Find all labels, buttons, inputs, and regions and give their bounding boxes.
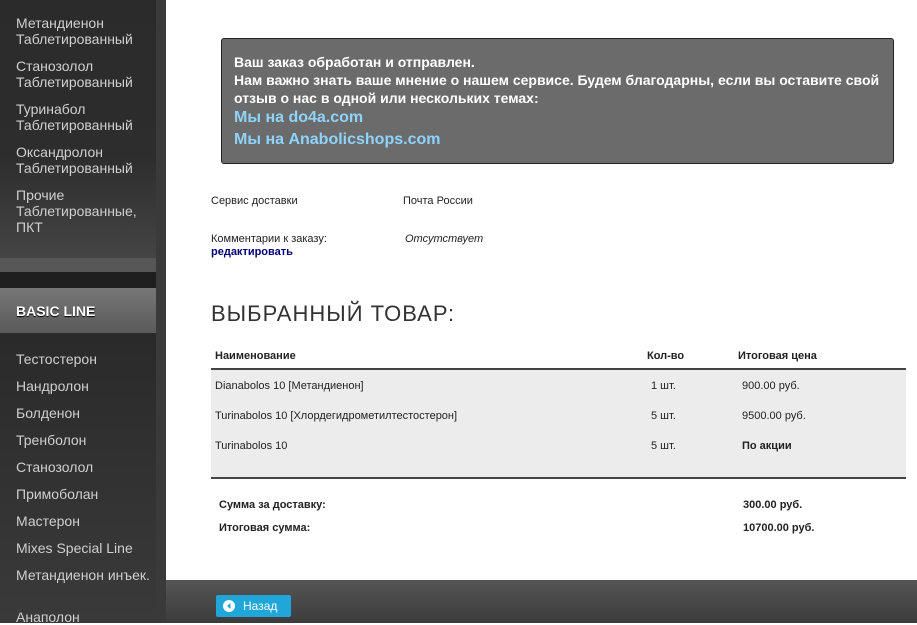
sidebar-item-stanozolol[interactable]: Станозолол <box>16 459 154 475</box>
sidebar-inner: Метандиенон Таблетированный Станозолол Т… <box>0 0 156 625</box>
row-qty: 5 шт. <box>651 440 676 452</box>
sidebar-item-metandienon-tab[interactable]: Метандиенон Таблетированный <box>16 15 154 47</box>
total-sum-value: 10700.00 руб. <box>743 522 815 534</box>
sidebar-item-testosterone[interactable]: Тестостерон <box>16 351 154 367</box>
row-name: Turinabolos 10 <box>215 440 288 452</box>
sidebar-item-masteron[interactable]: Мастерон <box>16 513 154 529</box>
sidebar-item-trenbolone[interactable]: Тренболон <box>16 432 154 448</box>
sidebar-bottom-panel: Тестостерон Нандролон Болденон Тренболон… <box>0 333 156 625</box>
order-notice-box: Ваш заказ обработан и отправлен. Нам важ… <box>221 38 894 164</box>
products-table-header: Наименование Кол-во Итоговая цена <box>211 346 906 370</box>
link-do4a[interactable]: Мы на do4a.com <box>234 107 881 129</box>
sidebar-item-mixes[interactable]: Mixes Special Line <box>16 540 154 556</box>
delivery-sum-label: Сумма за доставку: <box>219 499 326 511</box>
sidebar: Метандиенон Таблетированный Станозолол Т… <box>0 0 166 625</box>
header-total: Итоговая цена <box>738 350 817 362</box>
row-qty: 1 шт. <box>651 380 676 392</box>
sidebar-divider <box>0 258 156 272</box>
sidebar-gap <box>0 272 156 288</box>
sidebar-item-stanozolol-tab[interactable]: Станозолол Таблетированный <box>16 58 154 90</box>
comment-label: Комментарии к заказу: <box>211 233 327 245</box>
sidebar-item-primobolan[interactable]: Примоболан <box>16 486 154 502</box>
total-sum-label: Итоговая сумма: <box>219 522 311 534</box>
delivery-value: Почта России <box>403 195 473 207</box>
sidebar-item-turinabol-tab[interactable]: Туринабол Таблетированный <box>16 101 154 133</box>
table-row: Turinabolos 10 5 шт. По акции <box>211 431 906 461</box>
table-row: Turinabolos 10 [Хлордегидрометилтестосте… <box>211 401 906 431</box>
notice-line-feedback: Нам важно знать ваше мнение о нашем серв… <box>234 72 880 106</box>
row-price: 900.00 руб. <box>742 380 800 392</box>
comment-value: Отсутствует <box>405 233 484 245</box>
products-table-body: Dianabolos 10 [Метандиенон] 1 шт. 900.00… <box>211 370 906 479</box>
sidebar-item-metandienon-inj[interactable]: Метандиенон инъек. <box>16 567 154 583</box>
row-name: Dianabolos 10 [Метандиенон] <box>215 380 364 392</box>
table-row: Dianabolos 10 [Метандиенон] 1 шт. 900.00… <box>211 371 906 401</box>
delivery-label: Сервис доставки <box>211 195 298 207</box>
back-button[interactable]: Назад <box>216 595 291 617</box>
sidebar-item-boldenone[interactable]: Болденон <box>16 405 154 421</box>
sidebar-item-oxandrolone-tab[interactable]: Оксандролон Таблетированный <box>16 144 154 176</box>
delivery-sum-value: 300.00 руб. <box>743 499 803 511</box>
sidebar-item-other-tab[interactable]: Прочие Таблетированные, ПКТ <box>16 187 154 235</box>
sidebar-section-basic-line[interactable]: BASIC LINE <box>0 288 156 333</box>
row-price: По акции <box>742 440 792 452</box>
link-anabolicshops[interactable]: Мы на Anabolicshops.com <box>234 129 881 151</box>
selected-products-title: ВЫБРАННЫЙ ТОВАР: <box>211 301 456 326</box>
sidebar-top-panel: Метандиенон Таблетированный Станозолол Т… <box>0 0 156 258</box>
header-qty: Кол-во <box>647 350 685 362</box>
header-name: Наименование <box>215 350 296 362</box>
row-price: 9500.00 руб. <box>742 410 806 422</box>
back-button-label: Назад <box>243 599 278 613</box>
sidebar-item-nandrolone[interactable]: Нандролон <box>16 378 154 394</box>
row-name: Turinabolos 10 [Хлордегидрометилтестосте… <box>215 410 458 422</box>
notice-line-processed: Ваш заказ обработан и отправлен. <box>234 54 475 70</box>
arrow-left-circle-icon <box>223 600 235 612</box>
row-qty: 5 шт. <box>651 410 676 422</box>
edit-comment-link[interactable]: редактировать <box>211 246 293 258</box>
